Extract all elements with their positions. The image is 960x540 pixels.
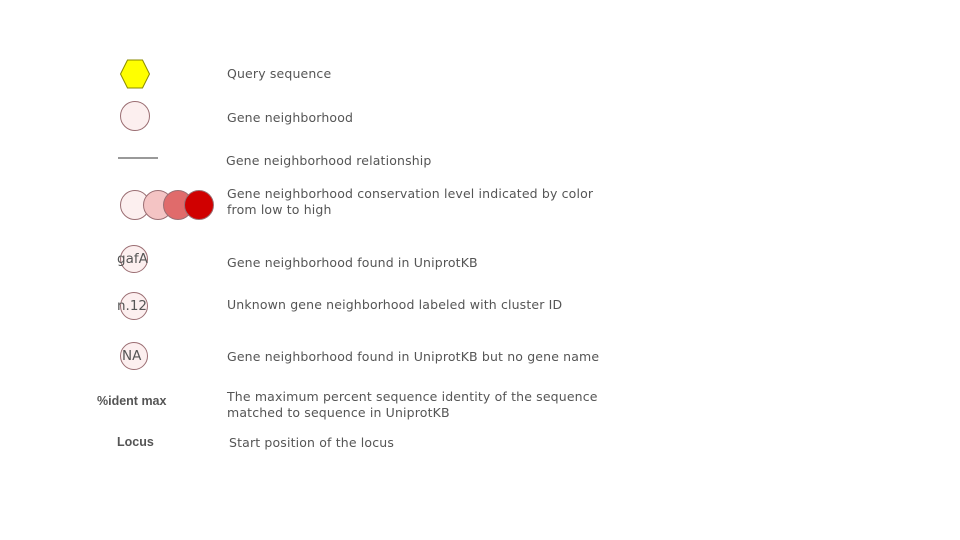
conservation-high-circle-icon	[184, 190, 214, 220]
legend-desc-cluster-id: Unknown gene neighborhood labeled with c…	[227, 297, 563, 312]
legend-desc-query-sequence: Query sequence	[227, 66, 332, 81]
query-sequence-hexagon-icon	[119, 59, 151, 89]
conservation-scale	[119, 189, 215, 221]
legend-desc-locus: Start position of the locus	[229, 435, 394, 450]
circle-label-gafa: gafA	[117, 251, 148, 267]
gene-neighborhood-circle-icon	[120, 101, 150, 131]
legend-desc-conservation: Gene neighborhood conservation level ind…	[227, 186, 594, 217]
legend-desc-gene-neighborhood: Gene neighborhood	[227, 110, 354, 125]
relationship-line-icon	[118, 157, 158, 159]
term-locus: Locus	[117, 435, 154, 449]
legend-desc-no-gene-name: Gene neighborhood found in UniprotKB but…	[227, 349, 600, 364]
legend-desc-uniprot-gene: Gene neighborhood found in UniprotKB	[227, 255, 478, 270]
circle-label-na: NA	[122, 348, 142, 364]
term-ident-max: %ident max	[97, 394, 167, 408]
legend-desc-ident-max: The maximum percent sequence identity of…	[227, 389, 598, 420]
circle-label-n12: n.12	[117, 298, 148, 314]
legend-desc-relationship: Gene neighborhood relationship	[226, 153, 432, 168]
